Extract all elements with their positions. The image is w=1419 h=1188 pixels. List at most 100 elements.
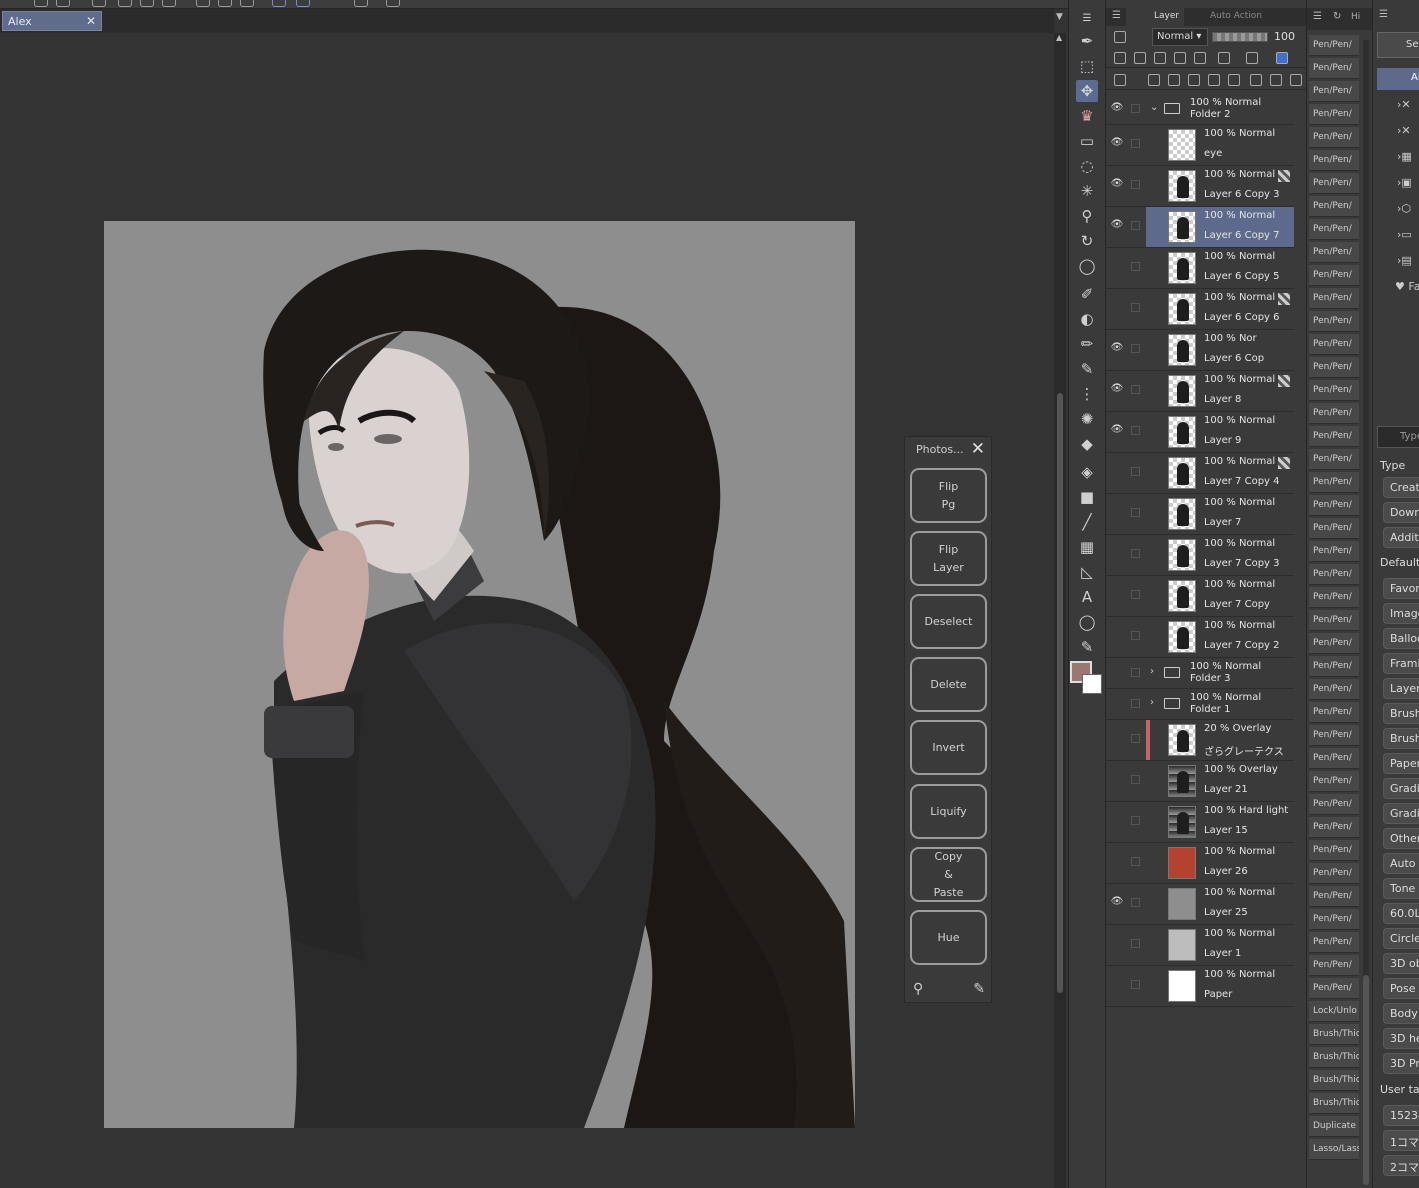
text-icon[interactable]: A (1076, 586, 1098, 608)
history-icon[interactable]: ↻ (1333, 11, 1341, 22)
sub-tool-item[interactable]: Pen/Pen/ (1309, 357, 1359, 378)
sub-tool-item[interactable]: Pen/Pen/ (1309, 587, 1359, 608)
opacity-value[interactable]: 100 (1274, 30, 1295, 43)
help-icon[interactable] (386, 0, 400, 7)
chevron-down-icon[interactable]: ⌄ (1150, 102, 1158, 113)
edit-lock-box[interactable] (1131, 590, 1140, 599)
magic-wand-icon[interactable]: ✳ (1076, 180, 1098, 202)
layer-row[interactable]: 👁 100 % Normal eye (1106, 125, 1294, 166)
visibility-eye-icon[interactable]: 👁 (1110, 383, 1124, 394)
copy-paste-button[interactable]: Copy & Paste (910, 847, 987, 902)
zoom-icon[interactable]: ⚲ (1076, 205, 1098, 227)
pen-icon[interactable]: ✐ (1076, 283, 1098, 305)
print-icon[interactable] (354, 0, 368, 7)
edit-lock-box[interactable] (1131, 104, 1140, 113)
visibility-eye-icon[interactable]: 👁 (1110, 219, 1124, 230)
sub-tool-item[interactable]: Pen/Pen/ (1309, 426, 1359, 447)
edit-lock-box[interactable] (1131, 221, 1140, 230)
material-tag[interactable]: Downlo (1383, 502, 1419, 523)
undo-icon[interactable] (34, 0, 48, 7)
material-all-item[interactable]: Al (1377, 68, 1419, 90)
layer-color-swatch-icon[interactable] (1276, 52, 1288, 64)
sub-tool-item[interactable]: Pen/Pen/ (1309, 909, 1359, 930)
wrench-icon[interactable]: ✎ (973, 981, 985, 997)
canvas-area[interactable] (0, 33, 1054, 1188)
material-tag[interactable]: Additi (1383, 527, 1419, 548)
sub-tool-item[interactable]: Pen/Pen/ (1309, 35, 1359, 56)
sub-tool-item[interactable]: Brush/Thic (1309, 1093, 1359, 1114)
tree-item-icon[interactable]: ›▭ (1397, 228, 1417, 244)
sub-tool-item[interactable]: Pen/Pen/ (1309, 380, 1359, 401)
layer-row-body[interactable]: 100 % Normal Layer 7 Copy 3 (1146, 535, 1294, 575)
eraser-icon[interactable]: ◆ (1076, 433, 1098, 455)
layer-row[interactable]: 100 % Normal Layer 7 Copy 3 (1106, 535, 1294, 576)
layer-row-body[interactable]: 100 % Normal Layer 25 (1146, 884, 1294, 924)
selection-icon-2[interactable] (218, 0, 232, 7)
material-tag[interactable]: Tone (1383, 878, 1419, 899)
edit-lock-box[interactable] (1131, 508, 1140, 517)
visibility-eye-icon[interactable]: 👁 (1110, 137, 1124, 148)
layer-row-body[interactable]: 100 % Normal Layer 6 Copy 3 (1146, 166, 1294, 206)
scrollbar-thumb[interactable] (1057, 393, 1063, 993)
material-tag[interactable]: Gradie (1383, 778, 1419, 799)
sub-tool-item[interactable]: Pen/Pen/ (1309, 334, 1359, 355)
edit-lock-box[interactable] (1131, 939, 1140, 948)
edit-lock-box[interactable] (1131, 303, 1140, 312)
merge-icon[interactable] (1228, 74, 1240, 86)
layer-row[interactable]: 100 % Normal Layer 7 Copy (1106, 576, 1294, 617)
blend-mode-select[interactable]: Normal ▾ (1152, 28, 1208, 46)
layer-row[interactable]: 👁 100 % Normal Layer 9 (1106, 412, 1294, 453)
lock-transparency-icon[interactable] (1174, 52, 1186, 64)
opacity-slider[interactable] (1212, 32, 1268, 42)
sub-tool-item[interactable]: Pen/Pen/ (1309, 495, 1359, 516)
material-tag[interactable]: Other t (1383, 828, 1419, 849)
material-tag[interactable]: 1コマ (1383, 1130, 1419, 1151)
sub-tool-item[interactable]: Pen/Pen/ (1309, 127, 1359, 148)
layer-row-body[interactable]: 20 % Overlay ざらグレーテクス (1146, 720, 1294, 760)
edit-lock-box[interactable] (1131, 549, 1140, 558)
object-select-icon[interactable]: ⬚ (1076, 55, 1098, 77)
create-mask-icon[interactable] (1250, 74, 1262, 86)
canvas-vertical-scrollbar[interactable]: ▲ (1054, 33, 1066, 1188)
layer-row[interactable]: 👁 100 % Normal Layer 6 Copy 3 (1106, 166, 1294, 207)
sub-tool-item[interactable]: Pen/Pen/ (1309, 886, 1359, 907)
lasso-icon[interactable]: ◯ (1076, 255, 1098, 277)
edit-lock-box[interactable] (1131, 816, 1140, 825)
sub-tool-item[interactable]: Pen/Pen/ (1309, 955, 1359, 976)
fill-icon[interactable] (118, 0, 132, 7)
blend-icon[interactable]: ◐ (1076, 308, 1098, 330)
material-tag[interactable]: 2コマ (1383, 1155, 1419, 1176)
layer-row-body[interactable]: 100 % Normal eye (1146, 125, 1294, 165)
material-tag[interactable]: 3D Pr (1383, 1053, 1419, 1074)
new-vector-layer-icon[interactable] (1168, 74, 1180, 86)
flip-page-button[interactable]: Flip Pg (910, 468, 987, 523)
sub-tool-item[interactable]: Pen/Pen/ (1309, 840, 1359, 861)
sub-tool-item[interactable]: Pen/Pen/ (1309, 633, 1359, 654)
layer-row-body[interactable]: 100 % Normal Layer 6 Copy 5 (1146, 248, 1294, 288)
palette-color-icon[interactable] (1246, 52, 1258, 64)
visibility-eye-icon[interactable]: 👁 (1110, 424, 1124, 435)
artwork-canvas[interactable] (104, 221, 855, 1128)
material-tag[interactable]: Brush (1383, 728, 1419, 749)
selection-icon[interactable] (196, 0, 210, 7)
material-tag[interactable]: Create (1383, 477, 1419, 498)
lasso-select-icon[interactable]: ◌ (1076, 155, 1098, 177)
clip-icon[interactable] (1114, 52, 1126, 64)
visibility-eye-icon[interactable]: 👁 (1110, 896, 1124, 907)
invert-button[interactable]: Invert (910, 720, 987, 775)
edit-lock-box[interactable] (1131, 980, 1140, 989)
sub-tool-item[interactable]: Pen/Pen/ (1309, 794, 1359, 815)
layer-row-body[interactable]: 100 % Normal Layer 9 (1146, 412, 1294, 452)
correct-line-icon[interactable]: ✎ (1076, 636, 1098, 658)
sub-tool-item[interactable]: Pen/Pen/ (1309, 472, 1359, 493)
sub-tool-item[interactable]: Pen/Pen/ (1309, 104, 1359, 125)
sub-tool-item[interactable]: Brush/Thic (1309, 1024, 1359, 1045)
layer-row-body[interactable]: 100 % Hard light Layer 15 (1146, 802, 1294, 842)
tree-item-icon[interactable]: ›✕ (1397, 98, 1417, 114)
close-tab-icon[interactable]: ✕ (86, 14, 96, 28)
visibility-eye-icon[interactable]: 👁 (1110, 342, 1124, 353)
material-tag[interactable]: Brush s (1383, 703, 1419, 724)
sub-color-swatch[interactable] (1082, 674, 1102, 694)
sub-tool-item[interactable]: Pen/Pen/ (1309, 196, 1359, 217)
sub-tool-item[interactable]: Duplicate L (1309, 1116, 1359, 1137)
